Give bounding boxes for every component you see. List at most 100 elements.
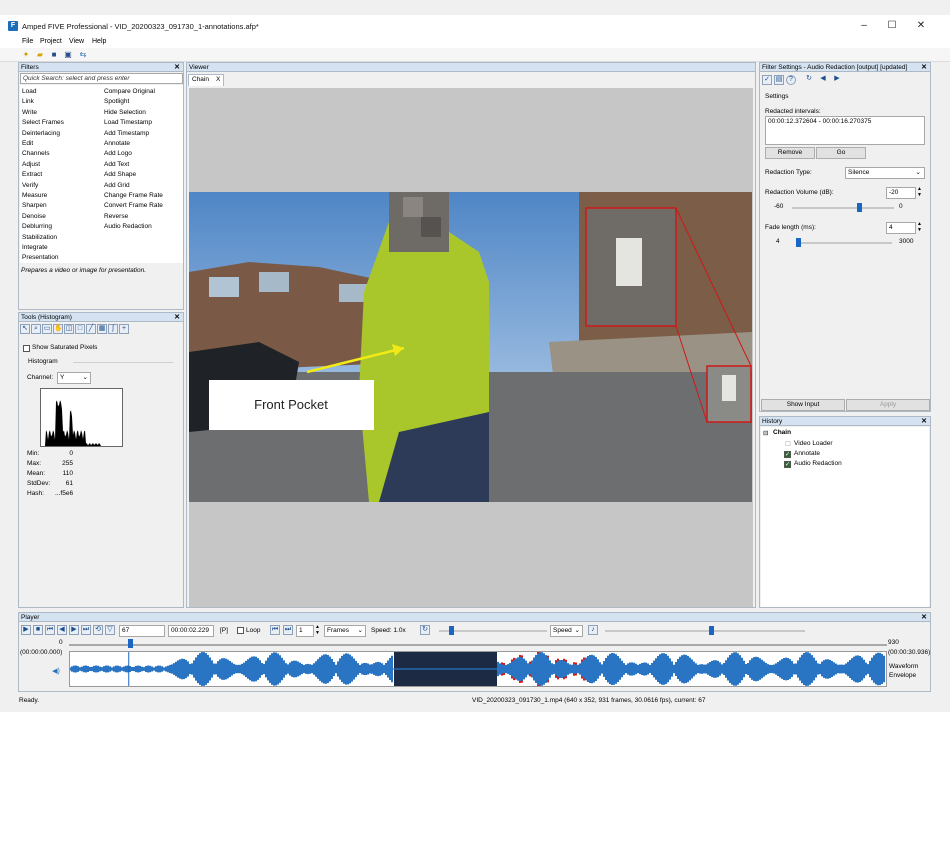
zoom-icon[interactable]: ⌕ <box>31 324 41 334</box>
presentation-filter-item[interactable]: Add Logo <box>104 150 132 157</box>
filter-category-item[interactable]: Sharpen <box>22 202 47 209</box>
presentation-filter-item[interactable]: Audio Redaction <box>104 223 152 230</box>
close-tools-panel-icon[interactable]: ✕ <box>174 313 180 322</box>
mark-out-icon[interactable]: ⏭ <box>283 625 293 635</box>
step-unit-select[interactable]: Frames ⌄ <box>324 625 366 637</box>
filter-category-item[interactable]: Write <box>22 109 37 116</box>
mark-in-icon[interactable]: ⏮ <box>270 625 280 635</box>
last-frame-icon[interactable]: ⏭ <box>81 625 91 635</box>
loop-icon[interactable]: ⟲ <box>93 625 103 635</box>
volume-icon[interactable]: ♪ <box>588 625 598 635</box>
step-input[interactable]: 1 <box>296 625 314 637</box>
reset-speed-icon[interactable]: ↻ <box>420 625 430 635</box>
redaction-type-select[interactable]: Silence ⌄ <box>845 167 925 179</box>
open-folder-icon[interactable]: ▰ <box>35 50 45 60</box>
filter-category-item[interactable]: Deinterlacing <box>22 130 60 137</box>
history-item-audio-redaction[interactable]: Audio Redaction <box>794 460 842 467</box>
tab-chain[interactable]: Chain X <box>188 74 224 86</box>
presentation-filter-item[interactable]: Change Frame Rate <box>104 192 163 199</box>
presentation-filter-item[interactable]: Reverse <box>104 213 128 220</box>
menu-project[interactable]: Project <box>40 38 62 45</box>
rectangle-icon[interactable]: □ <box>75 324 85 334</box>
filter-category-item[interactable]: Presentation <box>22 254 59 261</box>
channel-select[interactable]: Y ⌄ <box>57 372 91 384</box>
speed-slider-track[interactable] <box>439 630 547 632</box>
minimize-button[interactable]: – <box>855 19 873 33</box>
filter-category-item[interactable]: Deblurring <box>22 223 52 230</box>
filter-category-item[interactable]: Denoise <box>22 213 46 220</box>
history-item-annotate[interactable]: Annotate <box>794 450 820 457</box>
filter-search-input[interactable]: Quick Search: select and press enter <box>20 73 183 84</box>
pan-icon[interactable]: ✋ <box>53 324 63 334</box>
audio-volume-slider-track[interactable] <box>605 630 805 632</box>
filter-icon[interactable]: ▽ <box>105 625 115 635</box>
loop-checkbox[interactable] <box>237 627 244 634</box>
waveform-view[interactable] <box>69 650 887 688</box>
export-icon[interactable]: ⇆ <box>78 50 88 60</box>
presentation-filter-item[interactable]: Hide Selection <box>104 109 146 116</box>
filter-category-item[interactable]: Link <box>22 98 34 105</box>
history-root[interactable]: Chain <box>773 429 791 436</box>
filter-category-item[interactable]: Verify <box>22 182 38 189</box>
volume-slider-track[interactable] <box>792 207 894 209</box>
filter-category-item[interactable]: Integrate <box>22 244 48 251</box>
close-history-panel-icon[interactable]: ✕ <box>921 417 927 426</box>
presentation-filter-item[interactable]: Add Timestamp <box>104 130 149 137</box>
apply-button[interactable]: Apply <box>846 399 930 411</box>
close-player-panel-icon[interactable]: ✕ <box>921 613 927 622</box>
forward-icon[interactable]: ▶ <box>832 75 842 85</box>
save-icon[interactable]: ■ <box>49 50 59 60</box>
speed-slider-thumb[interactable] <box>449 626 454 635</box>
history-item-video-loader[interactable]: Video Loader <box>794 440 833 447</box>
check-icon[interactable]: ✓ <box>762 75 772 85</box>
play-icon[interactable]: ▶ <box>21 625 31 635</box>
fade-slider-thumb[interactable] <box>796 238 801 247</box>
line-icon[interactable]: ╱ <box>86 324 96 334</box>
go-button[interactable]: Go <box>816 147 866 159</box>
volume-slider-thumb[interactable] <box>856 203 862 212</box>
stop-icon[interactable]: ■ <box>33 625 43 635</box>
menu-view[interactable]: View <box>69 38 84 45</box>
filter-category-item[interactable]: Channels <box>22 150 49 157</box>
timeline-track[interactable] <box>69 644 887 646</box>
maximize-button[interactable]: ☐ <box>883 19 901 33</box>
filter-category-item[interactable]: Edit <box>22 140 33 147</box>
preview-icon[interactable]: ▤ <box>774 75 784 85</box>
redacted-interval-item[interactable]: 00:00:12.372604 - 00:00:16.270375 <box>768 118 871 125</box>
close-filters-panel-icon[interactable]: ✕ <box>174 63 180 72</box>
close-tab-icon[interactable]: X <box>216 76 220 83</box>
next-frame-icon[interactable]: ▶ <box>69 625 79 635</box>
frame-input[interactable]: 67 <box>119 625 165 637</box>
filter-category-item[interactable]: Select Frames <box>22 119 64 126</box>
time-input[interactable]: 00:00:02.229 <box>168 625 214 637</box>
timeline-thumb[interactable] <box>127 639 133 648</box>
pick-icon[interactable]: ◫ <box>64 324 74 334</box>
close-button[interactable]: ✕ <box>912 19 930 33</box>
fade-spin-icon[interactable]: ▲ ▼ <box>917 221 922 233</box>
remove-button[interactable]: Remove <box>765 147 815 159</box>
refresh-icon[interactable]: ↻ <box>804 75 814 85</box>
presentation-filter-item[interactable]: Add Grid <box>104 182 130 189</box>
ruler-icon[interactable]: ▭ <box>42 324 52 334</box>
prev-frame-icon[interactable]: ◀ <box>57 625 67 635</box>
help-icon[interactable]: ? <box>786 75 796 85</box>
audio-volume-slider-thumb[interactable] <box>709 626 714 635</box>
presentation-filter-item[interactable]: Load Timestamp <box>104 119 152 126</box>
volume-spin-icon[interactable]: ▲ ▼ <box>917 186 922 198</box>
presentation-filter-item[interactable]: Compare Original <box>104 88 155 95</box>
filter-category-item[interactable]: Adjust <box>22 161 40 168</box>
curve-icon[interactable]: ʃ <box>108 324 118 334</box>
back-icon[interactable]: ◀ <box>818 75 828 85</box>
filter-category-item[interactable]: Stabilization <box>22 234 57 241</box>
speed-select[interactable]: Speed ⌄ <box>550 625 583 637</box>
redaction-volume-input[interactable]: -20 <box>886 187 916 199</box>
audio-icon[interactable]: ◀) <box>51 668 61 678</box>
history-annotate-checkbox[interactable]: ✓ <box>784 451 791 458</box>
filter-category-item[interactable]: Extract <box>22 171 42 178</box>
presentation-filter-item[interactable]: Annotate <box>104 140 130 147</box>
collapse-icon[interactable]: ⊟ <box>763 429 768 437</box>
presentation-filter-item[interactable]: Add Text <box>104 161 129 168</box>
filter-category-item[interactable]: Load <box>22 88 36 95</box>
step-spin-icon[interactable]: ▲ ▼ <box>315 624 320 636</box>
menu-file[interactable]: File <box>22 38 33 45</box>
